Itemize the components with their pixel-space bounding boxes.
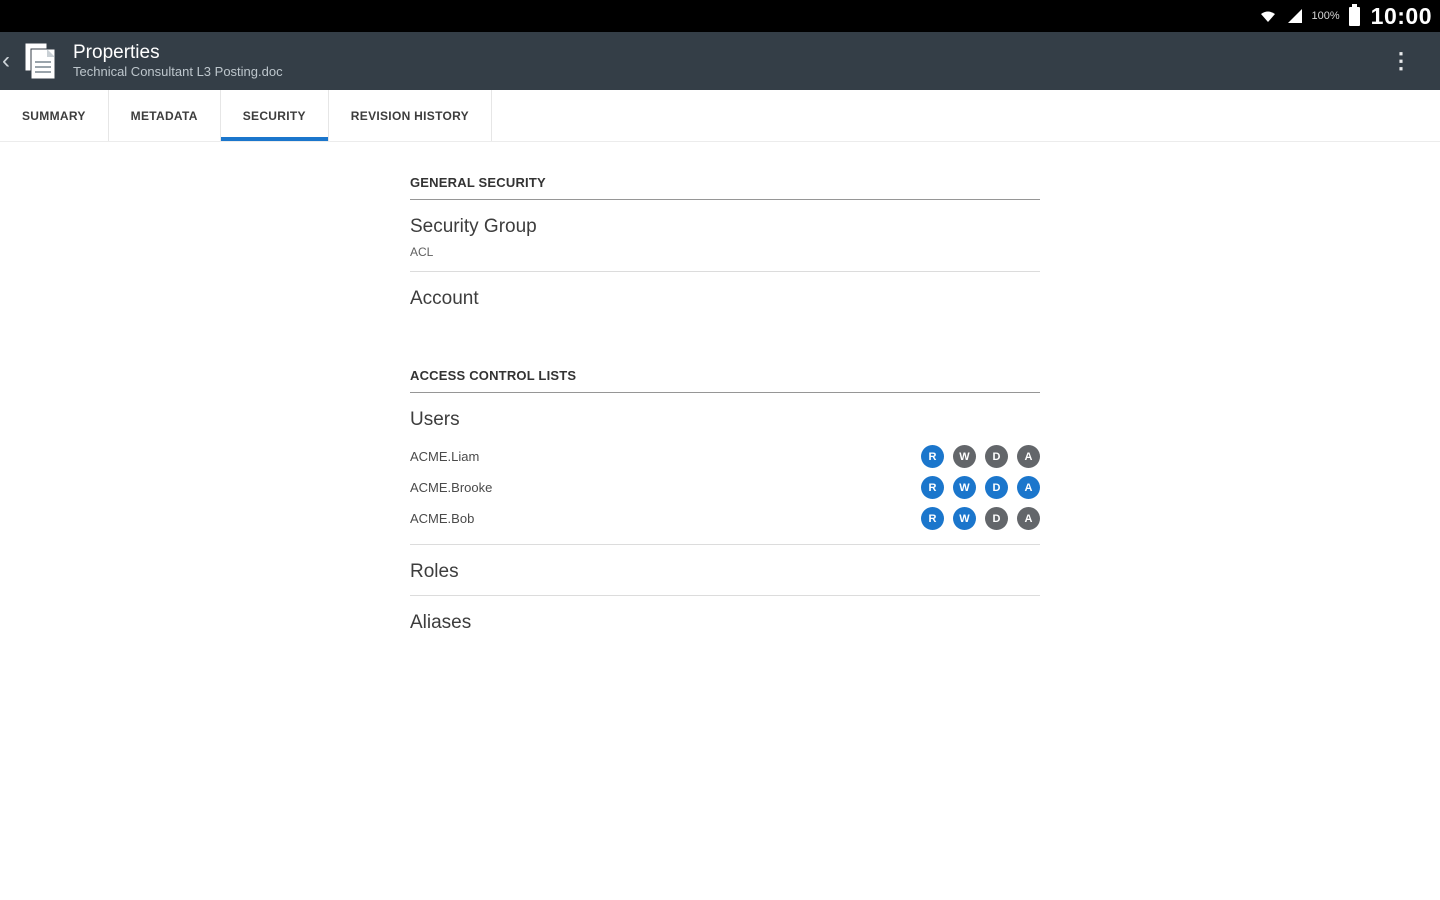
permission-r-badge[interactable]: R bbox=[921, 476, 944, 499]
cellular-signal-icon bbox=[1285, 6, 1305, 26]
permission-d-badge[interactable]: D bbox=[985, 445, 1008, 468]
document-name: Technical Consultant L3 Posting.doc bbox=[73, 64, 283, 80]
general-security-header: GENERAL SECURITY bbox=[410, 175, 1040, 200]
tab-metadata[interactable]: METADATA bbox=[109, 90, 221, 141]
permission-w-badge[interactable]: W bbox=[953, 445, 976, 468]
page-title: Properties bbox=[73, 41, 160, 63]
app-bar: ‹ Properties Technical Consultant L3 Pos… bbox=[0, 32, 1440, 90]
acl-user-row[interactable]: ACME.Bob R W D A bbox=[410, 503, 1040, 534]
acl-user-row[interactable]: ACME.Brooke R W D A bbox=[410, 472, 1040, 503]
aliases-label: Aliases bbox=[410, 612, 472, 633]
overflow-menu-icon[interactable]: ⋮ bbox=[1390, 50, 1412, 72]
app-bar-titles: Properties Technical Consultant L3 Posti… bbox=[73, 41, 283, 82]
document-stack-icon bbox=[19, 41, 61, 81]
acl-users-list: ACME.Liam R W D A ACME.Brooke R W D A ACME.Bob R W D A bbox=[410, 441, 1040, 534]
permission-a-badge[interactable]: A bbox=[1017, 507, 1040, 530]
aliases-field[interactable]: Aliases bbox=[410, 596, 1040, 646]
back-button[interactable]: ‹ bbox=[0, 49, 11, 73]
battery-icon bbox=[1348, 3, 1360, 26]
security-group-label: Security Group bbox=[410, 216, 537, 237]
account-field[interactable]: Account bbox=[410, 272, 1040, 322]
account-label: Account bbox=[410, 288, 479, 309]
tab-summary[interactable]: SUMMARY bbox=[0, 90, 109, 141]
permission-w-badge[interactable]: W bbox=[953, 507, 976, 530]
wifi-icon bbox=[1258, 6, 1278, 26]
acl-user-name: ACME.Bob bbox=[410, 511, 475, 526]
permission-badges: RWDA bbox=[912, 476, 1040, 499]
permission-d-badge[interactable]: D bbox=[985, 476, 1008, 499]
permission-w-badge[interactable]: W bbox=[953, 476, 976, 499]
tab-security[interactable]: SECURITY bbox=[220, 90, 329, 141]
security-tab-content: GENERAL SECURITY Security Group ACL Acco… bbox=[0, 142, 1440, 646]
permission-r-badge[interactable]: R bbox=[921, 445, 944, 468]
permission-badges: RWDA bbox=[912, 445, 1040, 468]
security-group-field[interactable]: Security Group ACL bbox=[410, 200, 1040, 272]
access-control-lists-header: ACCESS CONTROL LISTS bbox=[410, 368, 1040, 393]
acl-user-name: ACME.Brooke bbox=[410, 480, 493, 495]
status-bar: 100% 10:00 bbox=[0, 0, 1440, 32]
content-column: GENERAL SECURITY Security Group ACL Acco… bbox=[410, 175, 1040, 646]
acl-user-row[interactable]: ACME.Liam R W D A bbox=[410, 441, 1040, 472]
acl-user-name: ACME.Liam bbox=[410, 449, 480, 464]
roles-field[interactable]: Roles bbox=[410, 545, 1040, 596]
users-label: Users bbox=[410, 409, 460, 430]
battery-percentage: 100% bbox=[1311, 10, 1340, 22]
permission-badges: RWDA bbox=[912, 507, 1040, 530]
permission-a-badge[interactable]: A bbox=[1017, 445, 1040, 468]
tab-revision-history[interactable]: REVISION HISTORY bbox=[329, 90, 492, 141]
roles-label: Roles bbox=[410, 561, 459, 582]
permission-r-badge[interactable]: R bbox=[921, 507, 944, 530]
tab-bar: SUMMARY METADATA SECURITY REVISION HISTORY bbox=[0, 90, 1440, 142]
acl-users-block: Users ACME.Liam R W D A ACME.Brooke R W D A ACME.B… bbox=[410, 393, 1040, 545]
security-group-value: ACL bbox=[410, 245, 434, 259]
status-clock: 10:00 bbox=[1370, 2, 1432, 29]
permission-a-badge[interactable]: A bbox=[1017, 476, 1040, 499]
permission-d-badge[interactable]: D bbox=[985, 507, 1008, 530]
